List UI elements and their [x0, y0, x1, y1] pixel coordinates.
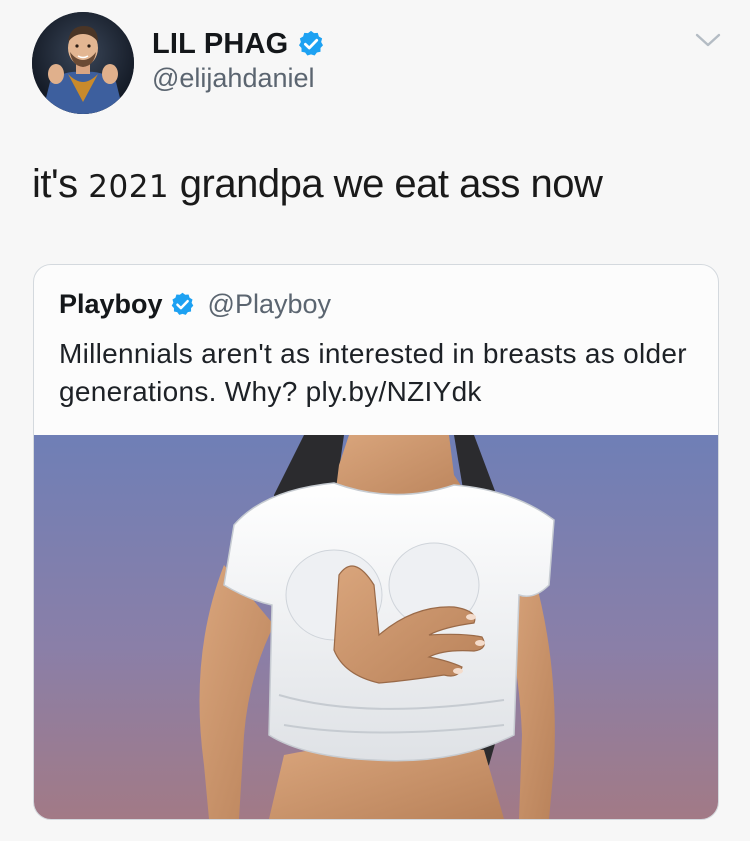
quoted-tweet-text: Millennials aren't as interested in brea… — [59, 338, 687, 407]
avatar[interactable] — [32, 12, 134, 114]
tweet-text-start: it's — [32, 162, 89, 206]
tweet-text: it's 2021 grandpa we eat ass now — [32, 162, 603, 207]
author-name-row[interactable]: LIL PHAG — [152, 24, 326, 64]
verified-badge-icon — [171, 292, 193, 315]
chevron-down-icon[interactable] — [694, 30, 722, 50]
quoted-tweet-card[interactable]: Playboy @Playboy Millennials aren't as i… — [33, 264, 719, 820]
quoted-author-name[interactable]: Playboy — [59, 289, 163, 320]
tweet-text-end: grandpa we eat ass now — [169, 162, 603, 206]
quoted-tweet-header: Playboy @Playboy — [59, 287, 331, 321]
author-handle[interactable]: @elijahdaniel — [152, 63, 315, 94]
quoted-tweet-image[interactable] — [34, 435, 718, 819]
tweet-text-year: 2021 — [88, 169, 170, 205]
quoted-author-handle[interactable]: @Playboy — [208, 289, 331, 320]
tweet: LIL PHAG @elijahdaniel it's 2021 grandpa… — [0, 0, 750, 841]
verified-badge-icon — [299, 30, 324, 56]
author-display-name[interactable]: LIL PHAG — [152, 28, 288, 61]
